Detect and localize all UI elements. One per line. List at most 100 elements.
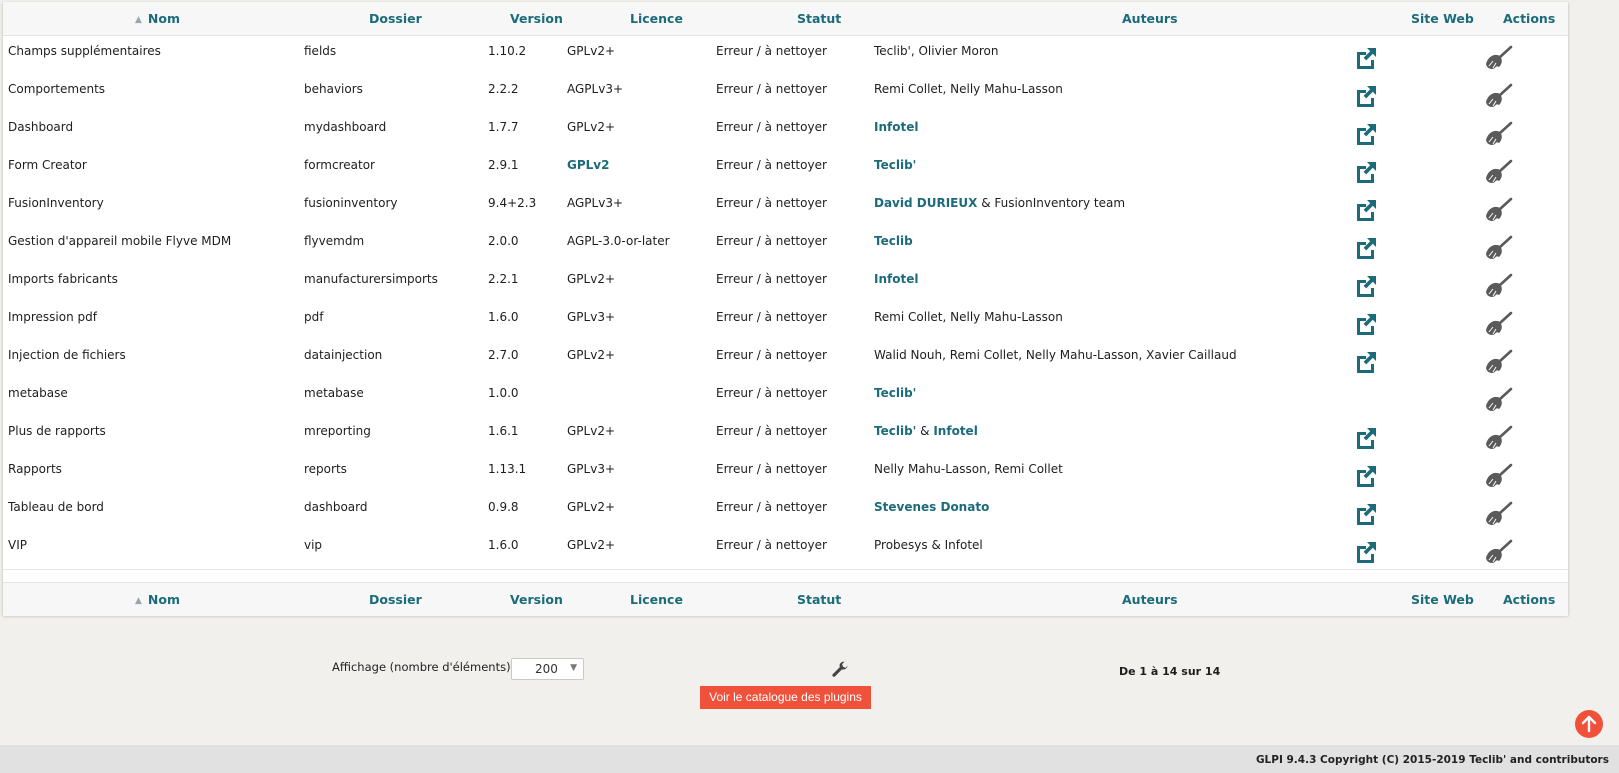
- broom-icon[interactable]: [1483, 234, 1513, 262]
- broom-icon[interactable]: [1483, 348, 1513, 376]
- plugin-name: Imports fabricants: [8, 272, 118, 286]
- column-header-nom[interactable]: ▲ Nom: [135, 2, 180, 35]
- external-link-icon[interactable]: [1352, 424, 1380, 452]
- plugin-status: Erreur / à nettoyer: [716, 538, 827, 552]
- author-link[interactable]: Stevenes Donato: [874, 500, 989, 514]
- external-link-icon[interactable]: [1352, 234, 1380, 262]
- plugin-license: GPLv2+: [567, 424, 616, 438]
- author-link[interactable]: Infotel: [874, 120, 918, 134]
- column-header-auteurs[interactable]: Auteurs: [1122, 583, 1178, 616]
- plugin-license: AGPL-3.0-or-later: [567, 234, 670, 248]
- external-link-icon[interactable]: [1352, 196, 1380, 224]
- plugin-status: Erreur / à nettoyer: [716, 348, 827, 362]
- display-count-value: 200: [535, 662, 558, 676]
- plugin-status: Erreur / à nettoyer: [716, 310, 827, 324]
- plugin-name: Dashboard: [8, 120, 74, 134]
- column-header-licence[interactable]: Licence: [630, 583, 683, 616]
- plugin-status: Erreur / à nettoyer: [716, 158, 827, 172]
- broom-icon[interactable]: [1483, 272, 1513, 300]
- plugin-license: GPLv2+: [567, 348, 616, 362]
- plugin-license: GPLv2+: [567, 44, 616, 58]
- plugin-authors: Probesys & Infotel: [874, 530, 983, 560]
- broom-icon[interactable]: [1483, 462, 1513, 490]
- column-header-dossier[interactable]: Dossier: [369, 583, 422, 616]
- column-header-licence[interactable]: Licence: [630, 2, 683, 35]
- external-link-icon[interactable]: [1352, 272, 1380, 300]
- external-link-icon[interactable]: [1352, 44, 1380, 72]
- external-link-icon[interactable]: [1352, 120, 1380, 148]
- plugin-version: 1.0.0: [488, 386, 519, 400]
- broom-icon[interactable]: [1483, 424, 1513, 452]
- author-link[interactable]: David DURIEUX: [874, 196, 977, 210]
- table-row: Gestion d'appareil mobile Flyve MDM flyve…: [3, 226, 1568, 266]
- column-header-version[interactable]: Version: [510, 2, 563, 35]
- broom-icon[interactable]: [1483, 310, 1513, 338]
- author-link[interactable]: Infotel: [874, 272, 918, 286]
- plugin-version: 2.9.1: [488, 158, 519, 172]
- plugin-status: Erreur / à nettoyer: [716, 386, 827, 400]
- external-link-icon[interactable]: [1352, 348, 1380, 376]
- author-link[interactable]: Teclib': [874, 424, 916, 438]
- broom-icon[interactable]: [1483, 500, 1513, 528]
- author-link[interactable]: Teclib': [874, 386, 916, 400]
- column-header-statut[interactable]: Statut: [797, 583, 841, 616]
- plugin-directory: manufacturersimports: [304, 272, 438, 286]
- author-text: Remi Collet, Nelly Mahu-Lasson: [874, 310, 1063, 324]
- plugin-license: AGPLv3+: [567, 196, 624, 210]
- plugin-license: GPLv3+: [567, 462, 616, 476]
- column-header-dossier[interactable]: Dossier: [369, 2, 422, 35]
- broom-icon[interactable]: [1483, 196, 1513, 224]
- display-count-select[interactable]: 200 ▼: [511, 658, 584, 680]
- external-link-icon[interactable]: [1352, 158, 1380, 186]
- table-row: Dashboard mydashboard 1.7.7 GPLv2+ Erreur / …: [3, 112, 1568, 152]
- column-header-auteurs[interactable]: Auteurs: [1122, 2, 1178, 35]
- author-link[interactable]: Infotel: [933, 424, 977, 438]
- table-footer-header: ▲ Nom Dossier Version Licence Statut Aute…: [3, 582, 1568, 616]
- plugin-authors: David DURIEUX & FusionInventory team: [874, 188, 1125, 218]
- broom-icon[interactable]: [1483, 44, 1513, 72]
- plugin-status: Erreur / à nettoyer: [716, 500, 827, 514]
- plugin-name: Comportements: [8, 82, 106, 96]
- table-row: Rapports reports 1.13.1 GPLv3+ Erreur / à ne…: [3, 454, 1568, 494]
- plugin-name: Injection de fichiers: [8, 348, 126, 362]
- plugin-authors: Nelly Mahu-Lasson, Remi Collet: [874, 454, 1063, 484]
- table-row: Impression pdf pdf 1.6.0 GPLv3+ Erreur / à n…: [3, 302, 1568, 342]
- plugin-directory: metabase: [304, 386, 364, 400]
- plugin-license: GPLv2+: [567, 272, 616, 286]
- plugin-authors: Teclib', Olivier Moron: [874, 36, 998, 66]
- column-header-statut[interactable]: Statut: [797, 2, 841, 35]
- plugin-authors: Teclib': [874, 150, 916, 180]
- plugin-name: Impression pdf: [8, 310, 97, 324]
- pagination-info: De 1 à 14 sur 14: [1119, 665, 1221, 678]
- plugin-name: Champs supplémentaires: [8, 44, 161, 58]
- broom-icon[interactable]: [1483, 158, 1513, 186]
- plugin-catalog-button[interactable]: Voir le catalogue des plugins: [700, 686, 871, 709]
- author-link[interactable]: Teclib': [874, 158, 916, 172]
- plugin-name: Gestion d'appareil mobile Flyve MDM: [8, 234, 232, 248]
- external-link-icon[interactable]: [1352, 462, 1380, 490]
- plugin-status: Erreur / à nettoyer: [716, 272, 827, 286]
- author-text: &: [916, 424, 934, 438]
- plugin-license: GPLv2+: [567, 120, 616, 134]
- external-link-icon[interactable]: [1352, 538, 1380, 566]
- broom-icon[interactable]: [1483, 386, 1513, 414]
- back-to-top-button[interactable]: [1575, 710, 1603, 738]
- broom-icon[interactable]: [1483, 538, 1513, 566]
- plugin-license[interactable]: GPLv2: [567, 150, 609, 180]
- plugin-directory: mydashboard: [304, 120, 387, 134]
- column-header-version[interactable]: Version: [510, 583, 563, 616]
- external-link-icon[interactable]: [1352, 310, 1380, 338]
- column-header-nom[interactable]: ▲ Nom: [135, 583, 180, 616]
- broom-icon[interactable]: [1483, 120, 1513, 148]
- broom-icon[interactable]: [1483, 82, 1513, 110]
- plugin-status: Erreur / à nettoyer: [716, 44, 827, 58]
- external-link-icon[interactable]: [1352, 82, 1380, 110]
- author-text: Probesys & Infotel: [874, 538, 983, 552]
- external-link-icon[interactable]: [1352, 500, 1380, 528]
- author-text: Nelly Mahu-Lasson, Remi Collet: [874, 462, 1063, 476]
- wrench-icon[interactable]: [830, 660, 850, 680]
- plugin-version: 2.7.0: [488, 348, 519, 362]
- author-link[interactable]: Teclib: [874, 234, 913, 248]
- plugin-version: 1.7.7: [488, 120, 519, 134]
- plugin-license: GPLv2+: [567, 538, 616, 552]
